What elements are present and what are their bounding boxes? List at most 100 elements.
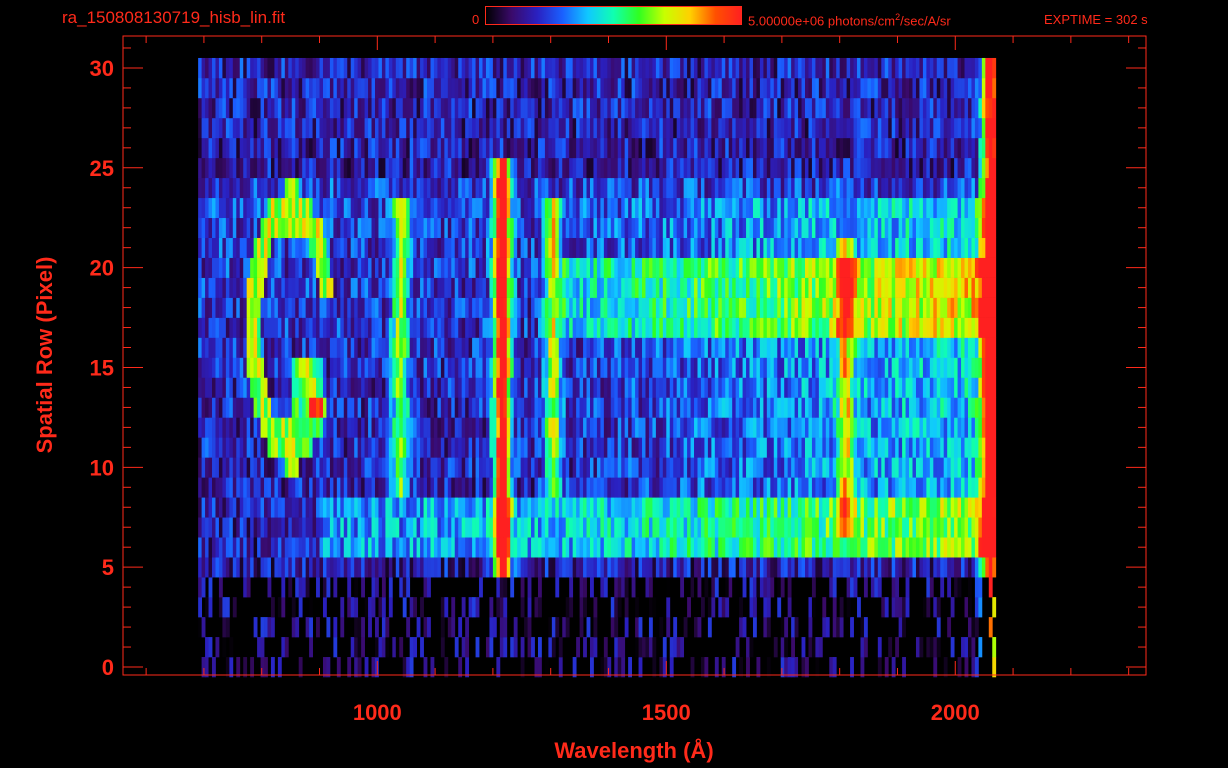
heatmap-cell — [943, 217, 948, 238]
heatmap-cell — [395, 217, 400, 238]
heatmap-cell — [378, 317, 383, 338]
heatmap-cell — [881, 557, 886, 578]
heatmap-cell — [510, 377, 515, 398]
heatmap-cell — [236, 437, 241, 458]
heatmap-cell — [662, 497, 667, 518]
heatmap-cell — [201, 397, 206, 418]
heatmap-cell — [558, 217, 563, 238]
heatmap-cell — [205, 557, 209, 578]
heatmap-cell — [291, 617, 296, 638]
heatmap-cell — [454, 477, 459, 498]
heatmap-cell — [496, 377, 501, 398]
heatmap-cell — [940, 497, 945, 518]
heatmap-cell — [551, 557, 556, 578]
heatmap-cell — [791, 417, 795, 438]
heatmap-cell — [988, 437, 993, 458]
heatmap-cell — [714, 497, 719, 518]
heatmap-cell — [909, 337, 913, 358]
heatmap-cell — [635, 297, 639, 318]
heatmap-cell — [659, 537, 664, 558]
heatmap-cell — [205, 517, 209, 538]
heatmap-cell — [347, 357, 352, 378]
heatmap-cell — [635, 557, 639, 578]
heatmap-cell — [562, 557, 567, 578]
heatmap-cell — [596, 377, 601, 398]
heatmap-cell — [198, 437, 203, 458]
heatmap-cell — [635, 397, 639, 418]
heatmap-cell — [929, 397, 934, 418]
heatmap-cell — [322, 277, 327, 298]
heatmap-cell — [815, 657, 820, 678]
heatmap-cell — [215, 637, 220, 658]
heatmap-cell — [787, 597, 792, 618]
heatmap-cell — [576, 437, 580, 458]
heatmap-cell — [492, 257, 497, 278]
heatmap-cell — [728, 177, 733, 199]
heatmap-cell — [274, 217, 279, 238]
heatmap-cell — [208, 417, 213, 438]
heatmap-cell — [922, 257, 927, 278]
heatmap-cell — [739, 457, 743, 478]
heatmap-cell — [607, 317, 612, 338]
heatmap-cell — [465, 257, 470, 278]
heatmap-cell — [593, 597, 598, 618]
heatmap-cell — [759, 357, 764, 378]
heatmap-cell — [718, 217, 723, 238]
heatmap-cell — [270, 357, 275, 378]
heatmap-cell — [461, 397, 466, 418]
heatmap-cell — [399, 197, 404, 219]
heatmap-cell — [759, 277, 764, 298]
heatmap-cell — [839, 457, 844, 478]
heatmap-cell — [302, 237, 307, 258]
heatmap-cell — [857, 317, 861, 338]
heatmap-cell — [891, 277, 896, 298]
heatmap-cell — [749, 597, 754, 618]
heatmap-cell — [843, 377, 848, 398]
heatmap-cell — [246, 317, 251, 338]
heatmap-cell — [354, 597, 359, 618]
heatmap-cell — [479, 577, 483, 598]
heatmap-cell — [645, 557, 650, 578]
heatmap-cell — [583, 217, 587, 238]
heatmap-cell — [950, 637, 955, 658]
heatmap-cell — [361, 617, 365, 638]
heatmap-cell — [662, 237, 667, 258]
heatmap-cell — [583, 317, 587, 338]
heatmap-cell — [576, 277, 580, 298]
heatmap-cell — [565, 317, 570, 338]
heatmap-cell — [576, 237, 580, 258]
heatmap-cell — [503, 637, 508, 658]
heatmap-cell — [465, 617, 470, 638]
heatmap-cell — [700, 257, 705, 278]
heatmap-cell — [659, 457, 664, 478]
heatmap-cell — [992, 257, 997, 278]
heatmap-cell — [707, 557, 712, 578]
heatmap-cell — [215, 297, 220, 318]
heatmap-cell — [430, 317, 435, 338]
heatmap-cell — [548, 497, 553, 518]
heatmap-cell — [336, 477, 341, 498]
heatmap-cell — [905, 237, 910, 258]
heatmap-cell — [381, 437, 386, 458]
heatmap-cell — [902, 277, 906, 298]
heatmap-cell — [746, 437, 750, 458]
heatmap-cell — [336, 497, 341, 518]
heatmap-cell — [669, 217, 674, 238]
heatmap-cell — [707, 437, 712, 458]
heatmap-cell — [603, 497, 608, 518]
heatmap-cell — [212, 257, 216, 278]
heatmap-cell — [680, 437, 685, 458]
heatmap-cell — [867, 357, 872, 378]
heatmap-cell — [243, 557, 248, 578]
heatmap-cell — [520, 377, 525, 398]
heatmap-cell — [666, 197, 671, 219]
heatmap-cell — [374, 557, 379, 578]
heatmap-cell — [940, 397, 945, 418]
heatmap-cell — [565, 397, 570, 418]
heatmap-cell — [603, 437, 608, 458]
heatmap-cell — [648, 477, 653, 498]
heatmap-cell — [485, 637, 490, 658]
heatmap-cell — [936, 477, 941, 498]
heatmap-cell — [548, 517, 553, 538]
heatmap-cell — [357, 337, 362, 358]
